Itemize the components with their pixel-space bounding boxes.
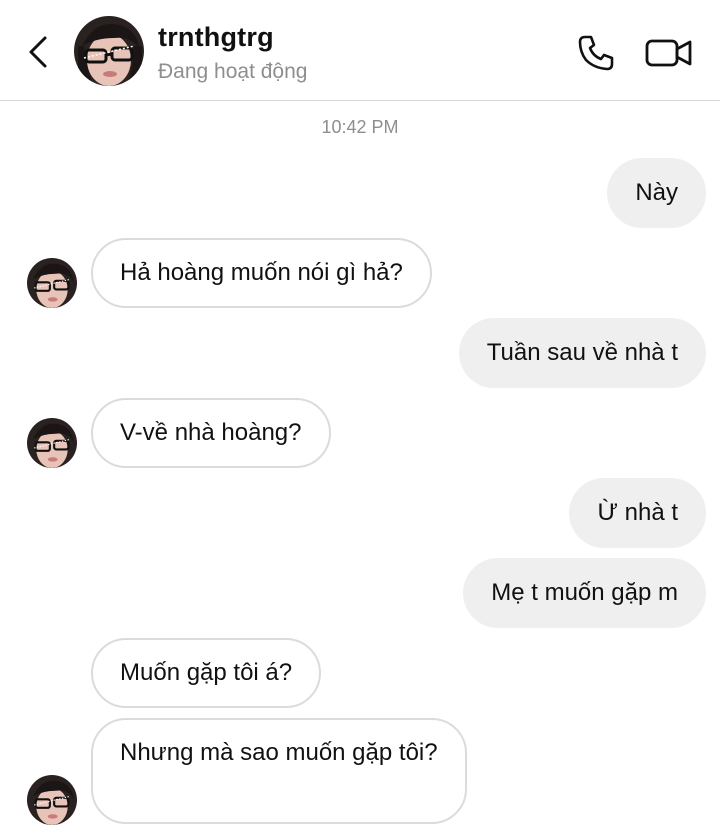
video-call-button[interactable]: [642, 31, 696, 75]
profile-photo: [27, 775, 77, 825]
chat-header: trnthgtrg Đang hoạt động: [0, 0, 720, 101]
profile-photo: [74, 16, 144, 86]
chat-username[interactable]: trnthgtrg: [158, 22, 274, 53]
chevron-left-icon: [29, 36, 47, 68]
outgoing-message[interactable]: Này: [607, 158, 706, 228]
incoming-message[interactable]: Nhưng mà sao muốn gặp tôi?: [91, 718, 467, 824]
profile-photo: [27, 418, 77, 468]
voice-call-button[interactable]: [574, 31, 618, 75]
incoming-message[interactable]: Muốn gặp tôi á?: [91, 638, 322, 708]
phone-icon: [578, 35, 614, 71]
chat-screen: trnthgtrg Đang hoạt động 10:42 PM Này Hả…: [0, 0, 720, 833]
back-button[interactable]: [18, 30, 58, 74]
active-status: Đang hoạt động: [158, 60, 308, 83]
sender-avatar[interactable]: [27, 418, 77, 468]
video-camera-icon: [645, 39, 692, 67]
outgoing-message[interactable]: Tuần sau về nhà t: [458, 318, 706, 388]
outgoing-message[interactable]: Ừ nhà t: [569, 478, 706, 548]
incoming-message[interactable]: V-về nhà hoàng?: [91, 398, 331, 468]
sender-avatar[interactable]: [27, 775, 77, 825]
message-timestamp: 10:42 PM: [321, 117, 399, 137]
outgoing-message[interactable]: Mẹ t muốn gặp m: [463, 558, 706, 628]
avatar[interactable]: [74, 16, 144, 86]
sender-avatar[interactable]: [27, 258, 77, 308]
incoming-message[interactable]: Hả hoàng muốn nói gì hả?: [91, 238, 432, 308]
profile-photo: [27, 258, 77, 308]
